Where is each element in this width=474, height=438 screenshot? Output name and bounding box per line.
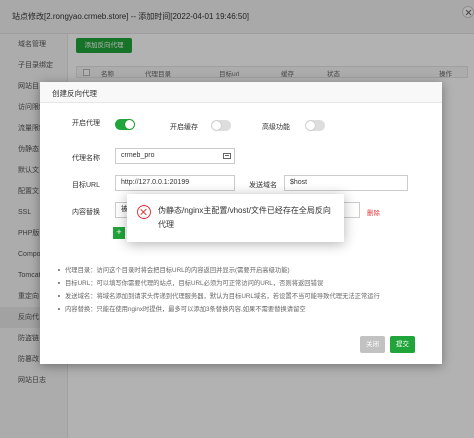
enable-proxy-label: 开启代理 — [72, 120, 100, 127]
target-url-input[interactable]: http://127.0.0.1:20199 — [115, 175, 235, 191]
toggle-knob — [306, 121, 315, 130]
enable-proxy-toggle[interactable] — [115, 119, 135, 130]
toggle-knob — [212, 121, 221, 130]
help-tips: 代理目录：访问这个目录时将会把目标URL的内容返回并显示(需要开启高级功能) 目… — [58, 264, 436, 316]
dialog-title: 创建反向代理 — [52, 89, 97, 98]
enable-cache-toggle[interactable] — [211, 120, 231, 131]
send-domain-value: $host — [290, 179, 308, 186]
delete-replace-link[interactable]: 删除 — [367, 207, 380, 217]
enable-cache-label: 开启缓存 — [170, 124, 198, 131]
tip-content-replace: 内容替换：只能在使用nginx时提供，最多可以添加3条替换内容,如果不需要替换请… — [58, 303, 436, 316]
add-replace-button[interactable]: + — [113, 227, 125, 239]
proxy-name-value: crmeb_pro — [121, 152, 155, 159]
toast-message: 伪静态/nginx主配置/vhost/文件已经存在全局反向代理 — [158, 206, 331, 229]
error-icon — [137, 205, 151, 219]
proxy-name-label: 代理名称 — [72, 155, 100, 162]
tip-send-domain: 发送域名：将域名添加到请求头传递到代理服务器，默认为目标URL域名，若设置不当可… — [58, 290, 436, 303]
close-button[interactable]: 关闭 — [360, 336, 385, 353]
target-url-label: 目标URL — [72, 182, 101, 189]
tip-proxy-dir: 代理目录：访问这个目录时将会把目标URL的内容返回并显示(需要开启高级功能) — [58, 264, 436, 277]
content-replace-to-input[interactable] — [342, 202, 360, 218]
card-icon — [223, 153, 231, 159]
advanced-toggle[interactable] — [305, 120, 325, 131]
send-domain-input[interactable]: $host — [284, 175, 408, 191]
content-replace-label: 内容替换 — [72, 209, 100, 216]
error-toast: 伪静态/nginx主配置/vhost/文件已经存在全局反向代理 — [127, 194, 344, 242]
proxy-name-input[interactable]: crmeb_pro — [115, 148, 235, 164]
tip-target-url: 目标URL：可以填写你需要代理的站点，目标URL必须为可正常访问的URL，否则将… — [58, 277, 436, 290]
dialog-header: 创建反向代理 — [40, 82, 442, 103]
advanced-label: 高级功能 — [262, 124, 290, 131]
send-domain-label: 发送域名 — [249, 182, 277, 189]
target-url-value: http://127.0.0.1:20199 — [121, 179, 190, 186]
toggle-knob — [125, 120, 134, 129]
submit-button[interactable]: 提交 — [390, 336, 415, 353]
